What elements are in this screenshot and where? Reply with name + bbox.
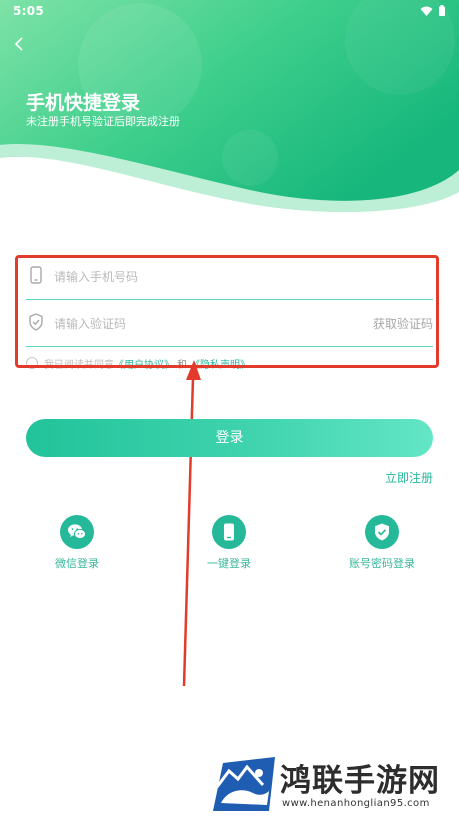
login-button[interactable]: 登录 — [26, 419, 433, 457]
agreement-checkbox[interactable] — [26, 357, 38, 369]
phone-icon — [224, 523, 234, 541]
shield-check-icon — [375, 523, 389, 541]
user-agreement-link[interactable]: 《用户协议》 — [114, 356, 174, 371]
agreement-row: 我已阅读并同意 《用户协议》 和 《隐私声明》 — [26, 356, 250, 371]
one-click-login-button[interactable]: 一键登录 — [184, 515, 274, 571]
watermark-title: 鸿联手游网 — [280, 763, 440, 799]
verification-code-field: 获取验证码 — [26, 300, 433, 347]
battery-icon — [439, 5, 445, 16]
wechat-login-button[interactable]: 微信登录 — [32, 515, 122, 571]
privacy-link[interactable]: 《隐私声明》 — [190, 356, 250, 371]
watermark-logo-icon — [213, 757, 275, 811]
account-login-label: 账号密码登录 — [349, 557, 415, 570]
phone-input[interactable] — [52, 265, 356, 289]
mobile-phone-icon — [30, 266, 42, 284]
shield-icon — [29, 313, 43, 331]
get-code-button[interactable]: 获取验证码 — [373, 315, 433, 332]
page-subtitle: 未注册手机号验证后即完成注册 — [26, 115, 180, 128]
chevron-left-icon — [14, 37, 23, 51]
status-time: 5:05 — [13, 4, 45, 18]
phone-field — [26, 253, 433, 300]
page-title: 手机快捷登录 — [26, 92, 141, 114]
agreement-prefix: 我已阅读并同意 — [44, 359, 114, 371]
site-watermark: 鸿联手游网 www.henanhonglian95.com — [210, 755, 450, 813]
verification-code-input[interactable] — [52, 312, 356, 336]
wechat-icon — [68, 524, 87, 540]
one-click-login-label: 一键登录 — [207, 557, 251, 570]
watermark-url: www.henanhonglian95.com — [282, 798, 430, 809]
agreement-and: 和 — [177, 359, 187, 371]
back-button[interactable] — [10, 32, 30, 56]
register-link[interactable]: 立即注册 — [385, 469, 433, 486]
account-login-button[interactable]: 账号密码登录 — [337, 515, 427, 571]
wifi-icon — [420, 6, 433, 16]
status-bar: 5:05 — [0, 0, 459, 22]
wechat-login-label: 微信登录 — [55, 557, 99, 570]
